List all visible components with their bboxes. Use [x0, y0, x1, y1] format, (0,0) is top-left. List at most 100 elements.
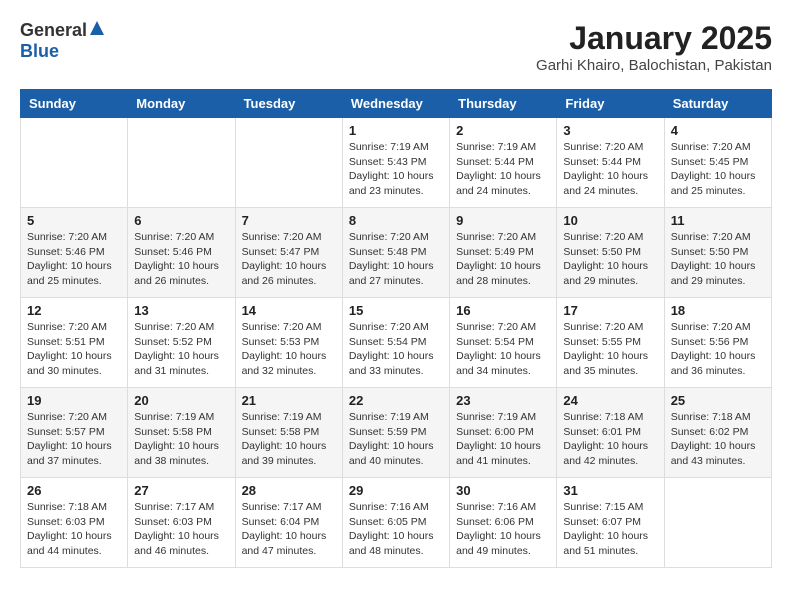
day-info: Sunrise: 7:19 AMSunset: 6:00 PMDaylight:… [456, 411, 541, 467]
location-text: Garhi Khairo, Balochistan, Pakistan [536, 57, 772, 74]
calendar-day-cell [128, 118, 235, 208]
day-number: 19 [27, 393, 121, 408]
day-number: 20 [134, 393, 228, 408]
day-number: 2 [456, 123, 550, 138]
calendar-week-row: 26 Sunrise: 7:18 AMSunset: 6:03 PMDaylig… [21, 478, 772, 568]
weekday-header: Saturday [664, 90, 771, 118]
calendar-week-row: 1 Sunrise: 7:19 AMSunset: 5:43 PMDayligh… [21, 118, 772, 208]
calendar-day-cell: 25 Sunrise: 7:18 AMSunset: 6:02 PMDaylig… [664, 388, 771, 478]
calendar-day-cell [21, 118, 128, 208]
calendar-day-cell: 8 Sunrise: 7:20 AMSunset: 5:48 PMDayligh… [342, 208, 449, 298]
weekday-header: Sunday [21, 90, 128, 118]
weekday-header: Friday [557, 90, 664, 118]
day-number: 28 [242, 483, 336, 498]
calendar-day-cell: 17 Sunrise: 7:20 AMSunset: 5:55 PMDaylig… [557, 298, 664, 388]
day-info: Sunrise: 7:20 AMSunset: 5:49 PMDaylight:… [456, 231, 541, 287]
calendar-day-cell: 11 Sunrise: 7:20 AMSunset: 5:50 PMDaylig… [664, 208, 771, 298]
day-info: Sunrise: 7:19 AMSunset: 5:43 PMDaylight:… [349, 141, 434, 197]
day-number: 1 [349, 123, 443, 138]
day-info: Sunrise: 7:18 AMSunset: 6:02 PMDaylight:… [671, 411, 756, 467]
day-info: Sunrise: 7:19 AMSunset: 5:44 PMDaylight:… [456, 141, 541, 197]
day-info: Sunrise: 7:19 AMSunset: 5:59 PMDaylight:… [349, 411, 434, 467]
calendar-day-cell: 3 Sunrise: 7:20 AMSunset: 5:44 PMDayligh… [557, 118, 664, 208]
day-info: Sunrise: 7:20 AMSunset: 5:50 PMDaylight:… [563, 231, 648, 287]
calendar-day-cell: 30 Sunrise: 7:16 AMSunset: 6:06 PMDaylig… [450, 478, 557, 568]
day-info: Sunrise: 7:20 AMSunset: 5:52 PMDaylight:… [134, 321, 219, 377]
day-number: 10 [563, 213, 657, 228]
weekday-header: Monday [128, 90, 235, 118]
day-info: Sunrise: 7:20 AMSunset: 5:54 PMDaylight:… [456, 321, 541, 377]
calendar-day-cell: 23 Sunrise: 7:19 AMSunset: 6:00 PMDaylig… [450, 388, 557, 478]
calendar-day-cell: 20 Sunrise: 7:19 AMSunset: 5:58 PMDaylig… [128, 388, 235, 478]
calendar-day-cell: 27 Sunrise: 7:17 AMSunset: 6:03 PMDaylig… [128, 478, 235, 568]
day-info: Sunrise: 7:19 AMSunset: 5:58 PMDaylight:… [242, 411, 327, 467]
day-info: Sunrise: 7:18 AMSunset: 6:03 PMDaylight:… [27, 501, 112, 557]
day-info: Sunrise: 7:19 AMSunset: 5:58 PMDaylight:… [134, 411, 219, 467]
day-number: 18 [671, 303, 765, 318]
day-number: 4 [671, 123, 765, 138]
calendar-day-cell: 29 Sunrise: 7:16 AMSunset: 6:05 PMDaylig… [342, 478, 449, 568]
day-number: 26 [27, 483, 121, 498]
day-number: 25 [671, 393, 765, 408]
logo-blue-text: Blue [20, 41, 59, 62]
calendar-day-cell: 7 Sunrise: 7:20 AMSunset: 5:47 PMDayligh… [235, 208, 342, 298]
day-number: 15 [349, 303, 443, 318]
day-number: 11 [671, 213, 765, 228]
weekday-header: Thursday [450, 90, 557, 118]
calendar-day-cell: 15 Sunrise: 7:20 AMSunset: 5:54 PMDaylig… [342, 298, 449, 388]
day-number: 22 [349, 393, 443, 408]
title-area: January 2025 Garhi Khairo, Balochistan, … [536, 20, 772, 74]
calendar-day-cell: 9 Sunrise: 7:20 AMSunset: 5:49 PMDayligh… [450, 208, 557, 298]
day-info: Sunrise: 7:20 AMSunset: 5:56 PMDaylight:… [671, 321, 756, 377]
calendar-day-cell: 2 Sunrise: 7:19 AMSunset: 5:44 PMDayligh… [450, 118, 557, 208]
month-title: January 2025 [536, 20, 772, 57]
calendar-day-cell: 13 Sunrise: 7:20 AMSunset: 5:52 PMDaylig… [128, 298, 235, 388]
day-info: Sunrise: 7:20 AMSunset: 5:53 PMDaylight:… [242, 321, 327, 377]
day-number: 8 [349, 213, 443, 228]
day-info: Sunrise: 7:20 AMSunset: 5:46 PMDaylight:… [134, 231, 219, 287]
calendar-day-cell: 14 Sunrise: 7:20 AMSunset: 5:53 PMDaylig… [235, 298, 342, 388]
day-number: 16 [456, 303, 550, 318]
day-info: Sunrise: 7:20 AMSunset: 5:46 PMDaylight:… [27, 231, 112, 287]
calendar-day-cell: 31 Sunrise: 7:15 AMSunset: 6:07 PMDaylig… [557, 478, 664, 568]
calendar-day-cell: 28 Sunrise: 7:17 AMSunset: 6:04 PMDaylig… [235, 478, 342, 568]
day-number: 27 [134, 483, 228, 498]
day-info: Sunrise: 7:17 AMSunset: 6:03 PMDaylight:… [134, 501, 219, 557]
calendar-day-cell: 22 Sunrise: 7:19 AMSunset: 5:59 PMDaylig… [342, 388, 449, 478]
day-info: Sunrise: 7:20 AMSunset: 5:54 PMDaylight:… [349, 321, 434, 377]
calendar-day-cell: 4 Sunrise: 7:20 AMSunset: 5:45 PMDayligh… [664, 118, 771, 208]
weekday-header: Tuesday [235, 90, 342, 118]
day-info: Sunrise: 7:20 AMSunset: 5:51 PMDaylight:… [27, 321, 112, 377]
day-number: 21 [242, 393, 336, 408]
logo: General Blue [20, 20, 104, 62]
day-number: 13 [134, 303, 228, 318]
day-number: 14 [242, 303, 336, 318]
weekday-header: Wednesday [342, 90, 449, 118]
day-number: 9 [456, 213, 550, 228]
day-info: Sunrise: 7:16 AMSunset: 6:05 PMDaylight:… [349, 501, 434, 557]
calendar-day-cell [664, 478, 771, 568]
calendar-day-cell: 18 Sunrise: 7:20 AMSunset: 5:56 PMDaylig… [664, 298, 771, 388]
day-info: Sunrise: 7:18 AMSunset: 6:01 PMDaylight:… [563, 411, 648, 467]
day-info: Sunrise: 7:20 AMSunset: 5:50 PMDaylight:… [671, 231, 756, 287]
day-number: 6 [134, 213, 228, 228]
calendar-day-cell: 19 Sunrise: 7:20 AMSunset: 5:57 PMDaylig… [21, 388, 128, 478]
calendar-day-cell: 10 Sunrise: 7:20 AMSunset: 5:50 PMDaylig… [557, 208, 664, 298]
logo-icon [90, 21, 104, 35]
logo-general-text: General [20, 20, 87, 41]
calendar-day-cell: 21 Sunrise: 7:19 AMSunset: 5:58 PMDaylig… [235, 388, 342, 478]
day-number: 17 [563, 303, 657, 318]
day-number: 7 [242, 213, 336, 228]
day-info: Sunrise: 7:16 AMSunset: 6:06 PMDaylight:… [456, 501, 541, 557]
day-info: Sunrise: 7:17 AMSunset: 6:04 PMDaylight:… [242, 501, 327, 557]
calendar-day-cell: 1 Sunrise: 7:19 AMSunset: 5:43 PMDayligh… [342, 118, 449, 208]
day-info: Sunrise: 7:20 AMSunset: 5:55 PMDaylight:… [563, 321, 648, 377]
day-number: 12 [27, 303, 121, 318]
day-info: Sunrise: 7:15 AMSunset: 6:07 PMDaylight:… [563, 501, 648, 557]
day-info: Sunrise: 7:20 AMSunset: 5:44 PMDaylight:… [563, 141, 648, 197]
day-info: Sunrise: 7:20 AMSunset: 5:57 PMDaylight:… [27, 411, 112, 467]
day-info: Sunrise: 7:20 AMSunset: 5:47 PMDaylight:… [242, 231, 327, 287]
day-number: 29 [349, 483, 443, 498]
calendar-day-cell: 16 Sunrise: 7:20 AMSunset: 5:54 PMDaylig… [450, 298, 557, 388]
day-info: Sunrise: 7:20 AMSunset: 5:48 PMDaylight:… [349, 231, 434, 287]
